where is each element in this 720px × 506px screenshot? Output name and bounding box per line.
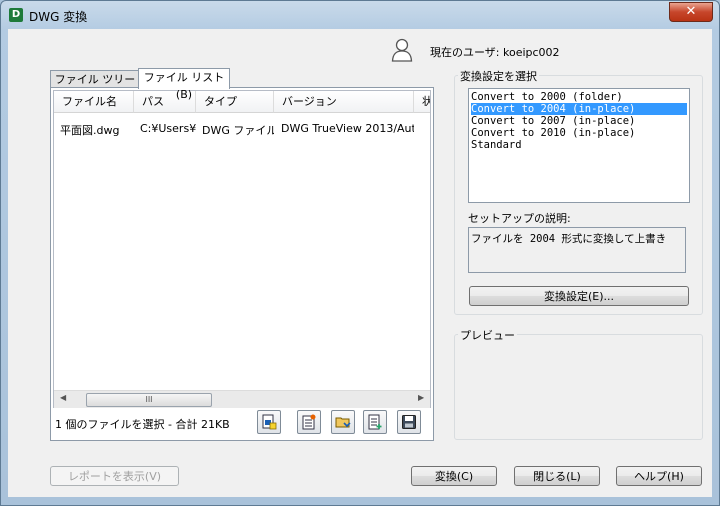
save-list-button[interactable] — [397, 410, 421, 434]
scroll-right-icon[interactable]: ▶ — [418, 393, 424, 402]
dialog-body: 現在のユーザ: koeipc002 ファイル ツリー(F) ファイル リスト(B… — [8, 29, 712, 497]
list-item[interactable]: Standard — [471, 139, 687, 151]
list-item[interactable]: Convert to 2007 (in-place) — [471, 115, 687, 127]
list-add-icon — [368, 414, 382, 430]
horizontal-scrollbar[interactable]: ◀ III ▶ — [54, 390, 430, 408]
preview-group-label: プレビュー — [458, 327, 517, 343]
settings-list[interactable]: Convert to 2000 (folder) Convert to 2004… — [468, 88, 690, 203]
open-folder-icon — [335, 417, 351, 428]
dwg-convert-window: D DWG 変換 ✕ 現在のユーザ: koeipc002 ファイル ツリー(F)… — [0, 0, 720, 506]
list-item[interactable]: Convert to 2010 (in-place) — [471, 127, 687, 139]
preview-group — [454, 334, 703, 440]
tab-file-list[interactable]: ファイル リスト(B) — [138, 68, 230, 101]
add-files-button[interactable] — [257, 410, 281, 434]
scroll-left-icon[interactable]: ◀ — [60, 393, 66, 402]
cell-version: DWG TrueView 2013/Autc — [281, 122, 414, 135]
title-bar[interactable]: D DWG 変換 ✕ — [1, 1, 719, 29]
file-list-panel: ファイル名 パス タイプ バージョン 状 平面図.dwg C:¥Users¥k … — [50, 87, 434, 441]
cell-filename: 平面図.dwg — [60, 124, 120, 137]
file-list-view[interactable]: ファイル名 パス タイプ バージョン 状 平面図.dwg C:¥Users¥k … — [53, 90, 431, 408]
column-header-status[interactable]: 状 — [414, 91, 430, 113]
cell-type: DWG ファイル — [202, 124, 274, 137]
file-list-options-button[interactable] — [363, 410, 387, 434]
selection-status: 1 個のファイルを選択 - 合計 21KB — [55, 418, 230, 431]
window-title: DWG 変換 — [29, 10, 88, 24]
user-icon — [391, 38, 413, 62]
column-header-version[interactable]: バージョン — [274, 91, 414, 113]
scrollbar-thumb[interactable]: III — [86, 393, 212, 407]
close-window-button[interactable]: ✕ — [669, 2, 713, 22]
settings-group-label: 変換設定を選択 — [458, 68, 539, 84]
help-button[interactable]: ヘルプ(H) — [616, 466, 702, 486]
save-icon — [402, 415, 416, 429]
convert-button[interactable]: 変換(C) — [411, 466, 497, 486]
show-report-button[interactable]: レポートを表示(V) — [50, 466, 179, 486]
sheet-set-icon — [302, 414, 316, 430]
list-item[interactable]: Convert to 2004 (in-place) — [471, 103, 687, 115]
column-header-type[interactable]: タイプ — [196, 91, 274, 113]
current-user-label: 現在のユーザ: koeipc002 — [430, 46, 560, 59]
cell-path: C:¥Users¥k — [140, 122, 196, 135]
setup-description-box: ファイルを 2004 形式に変換して上書き — [468, 227, 686, 273]
open-folder-button[interactable] — [331, 410, 355, 434]
add-files-icon — [262, 414, 277, 430]
app-icon: D — [9, 8, 23, 22]
close-button[interactable]: 閉じる(L) — [514, 466, 600, 486]
add-sheet-set-button[interactable] — [297, 410, 321, 434]
edit-settings-button[interactable]: 変換設定(E)... — [469, 286, 689, 306]
setup-description-label: セットアップの説明: — [468, 212, 571, 225]
list-item[interactable]: Convert to 2000 (folder) — [471, 91, 687, 103]
column-header-filename[interactable]: ファイル名 — [54, 91, 134, 113]
